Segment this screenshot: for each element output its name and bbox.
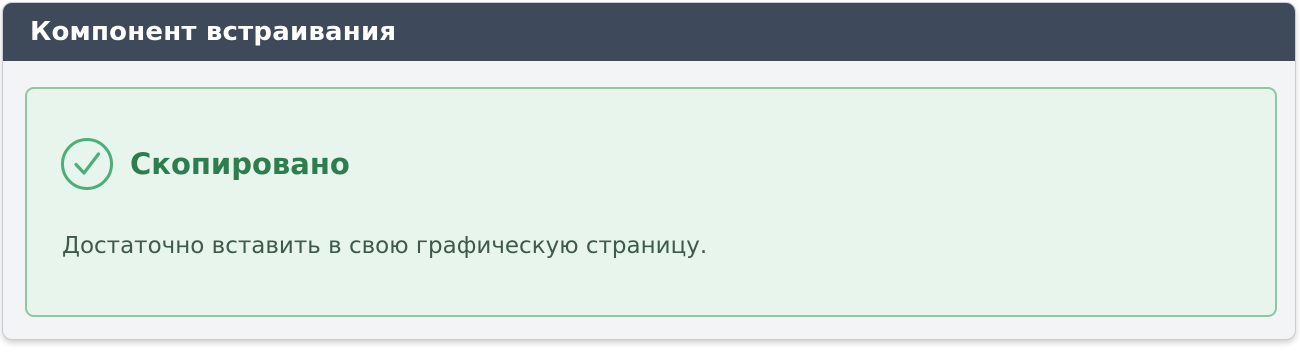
embed-component-panel: Компонент встраивания Скопировано Достат…	[2, 2, 1296, 340]
panel-title: Компонент встраивания	[30, 17, 397, 47]
panel-header: Компонент встраивания	[3, 3, 1295, 61]
check-circle-icon	[60, 137, 114, 191]
alert-title: Скопировано	[130, 147, 350, 181]
alert-header: Скопировано	[60, 137, 350, 191]
alert-message: Достаточно вставить в свою графическую с…	[62, 233, 708, 259]
success-alert: Скопировано Достаточно вставить в свою г…	[25, 87, 1277, 317]
